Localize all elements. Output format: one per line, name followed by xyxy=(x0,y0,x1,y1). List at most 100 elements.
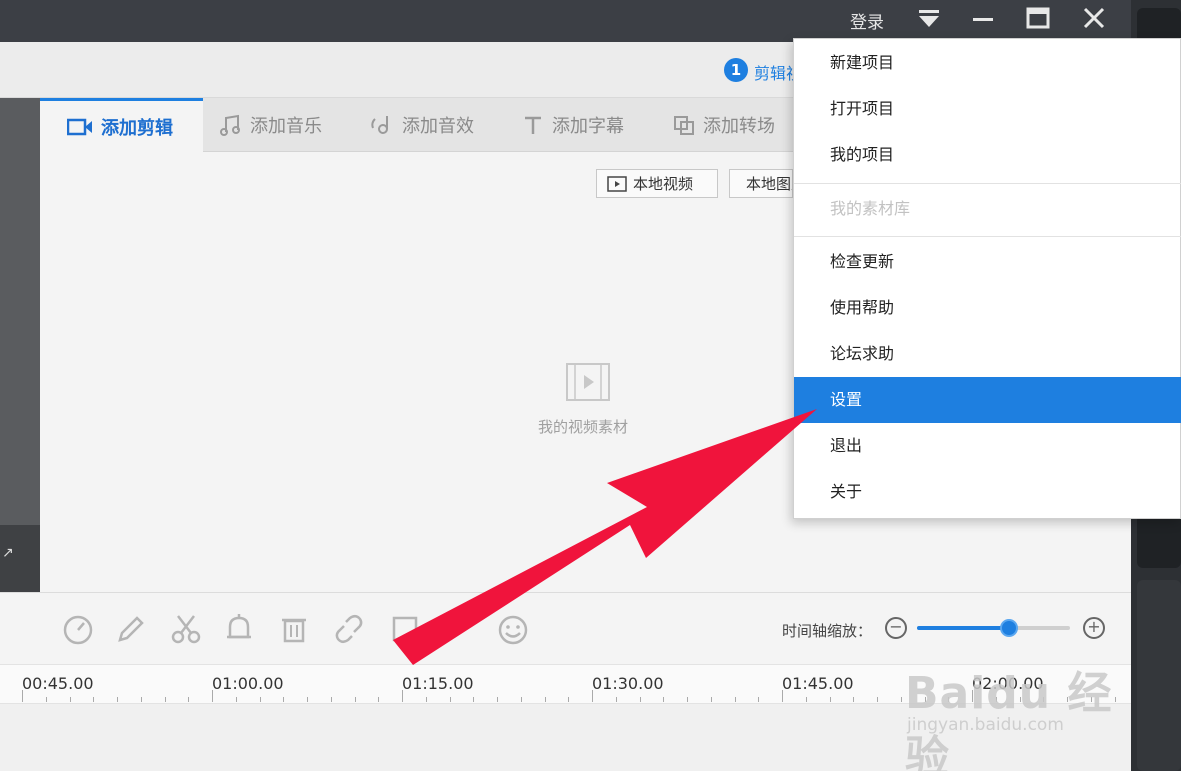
timeline-tick-mark xyxy=(592,690,593,702)
zoom-slider-thumb[interactable] xyxy=(999,619,1018,637)
menu-item-exit[interactable]: 退出 xyxy=(794,423,1181,469)
timeline-minor-tick xyxy=(473,697,475,702)
timeline-minor-tick xyxy=(235,697,237,702)
menu-item-check-update[interactable]: 检查更新 xyxy=(794,239,1181,285)
timeline-minor-tick xyxy=(805,697,807,702)
trash-icon xyxy=(282,618,306,643)
timeline-minor-tick xyxy=(330,697,332,702)
timeline-minor-tick xyxy=(283,697,285,702)
speed-icon xyxy=(63,615,93,645)
menu-item-open-project[interactable]: 打开项目 xyxy=(794,86,1181,132)
timeline-minor-tick xyxy=(259,697,261,702)
timeline-tick-mark xyxy=(22,690,23,702)
timeline-minor-tick xyxy=(639,697,641,702)
timeline-minor-tick xyxy=(140,697,142,702)
delete-tool[interactable] xyxy=(277,612,311,646)
close-icon xyxy=(1083,7,1105,29)
timeline-minor-tick xyxy=(877,697,878,702)
timeline-minor-tick xyxy=(378,697,380,702)
timeline-tick-mark xyxy=(782,690,783,702)
tab-label: 添加字幕 xyxy=(552,116,624,137)
menu-item-about[interactable]: 关于 xyxy=(794,469,1181,515)
timeline-tick-label: 01:30.00 xyxy=(592,674,664,693)
timeline-minor-tick xyxy=(497,697,498,702)
preview-panel xyxy=(0,98,40,592)
tab-add-clip[interactable]: 添加剪辑 xyxy=(40,98,203,152)
scissors-icon xyxy=(171,615,201,644)
timeline-minor-tick xyxy=(93,697,95,702)
tab-label: 添加音乐 xyxy=(250,116,322,137)
timeline-minor-tick xyxy=(164,697,166,702)
timeline-minor-tick xyxy=(45,697,47,702)
timeline-tick-label: 01:15.00 xyxy=(402,674,474,693)
timeline-tick-mark xyxy=(212,690,213,702)
close-button[interactable] xyxy=(1079,6,1109,32)
timeline-minor-tick xyxy=(425,697,427,702)
unlink-tool[interactable] xyxy=(332,612,366,646)
timeline-minor-tick xyxy=(615,697,617,702)
timeline-minor-tick xyxy=(853,697,855,702)
menu-item-help[interactable]: 使用帮助 xyxy=(794,285,1181,331)
menu-separator xyxy=(794,236,1181,237)
zoom-out-button[interactable]: − xyxy=(885,617,907,639)
menu-item-my-library: 我的素材库 xyxy=(830,199,911,218)
timeline-tick-label: 00:45.00 xyxy=(22,674,94,693)
main-dropdown-menu: 新建项目 打开项目 我的项目 我的素材库 检查更新 使用帮助 论坛求助 设置 退… xyxy=(793,38,1181,519)
tab-label: 添加转场 xyxy=(703,116,775,137)
right-panel-block-lower xyxy=(1137,580,1181,771)
login-button[interactable]: 登录 xyxy=(850,8,884,33)
sound-effect-icon xyxy=(371,116,388,134)
bell-icon xyxy=(227,614,251,639)
tab-add-transition[interactable]: 添加转场 xyxy=(673,98,775,152)
menu-item-settings[interactable]: 设置 xyxy=(794,377,1181,423)
video-camera-icon xyxy=(67,118,92,135)
timeline-minor-tick xyxy=(69,697,71,702)
annotation-arrow xyxy=(393,409,817,665)
play-box-icon xyxy=(607,175,627,192)
timeline-tick-mark xyxy=(402,690,403,702)
timeline-minor-tick xyxy=(687,697,688,702)
menu-item-forum-help[interactable]: 论坛求助 xyxy=(794,331,1181,377)
speed-tool[interactable] xyxy=(61,612,95,646)
minimize-button[interactable] xyxy=(968,6,998,32)
cut-tool[interactable] xyxy=(169,612,203,646)
step-label[interactable]: 剪辑视频 xyxy=(754,60,794,84)
maximize-button[interactable] xyxy=(1023,6,1053,32)
timeline-minor-tick xyxy=(354,697,356,702)
timeline-minor-tick xyxy=(449,697,451,702)
expand-icon[interactable]: ↗ xyxy=(2,545,14,561)
zoom-in-button[interactable]: + xyxy=(1083,617,1105,639)
music-note-icon xyxy=(220,114,240,136)
timeline-minor-tick xyxy=(307,697,308,702)
watermark-brand: Baidu 经验 xyxy=(905,668,1113,771)
timeline-minor-tick xyxy=(568,697,570,702)
edit-pencil-icon xyxy=(118,616,144,642)
step-badge: 1 xyxy=(724,58,748,82)
local-image-button[interactable]: 本地图片 xyxy=(729,169,793,198)
timeline-minor-tick xyxy=(663,697,665,702)
local-video-button[interactable]: 本地视频 xyxy=(596,169,718,198)
edit-tool[interactable] xyxy=(114,612,148,646)
tab-label: 添加音效 xyxy=(402,116,474,137)
tab-add-music[interactable]: 添加音乐 xyxy=(220,98,322,152)
alert-tool[interactable] xyxy=(222,612,256,646)
timeline-minor-tick xyxy=(117,697,118,702)
timeline-minor-tick xyxy=(829,697,831,702)
unlink-icon xyxy=(335,615,363,643)
zoom-slider-fill xyxy=(917,626,1009,630)
menu-item-new-project[interactable]: 新建项目 xyxy=(794,40,1181,86)
main-menu-button[interactable] xyxy=(914,6,944,32)
timeline-minor-tick xyxy=(758,697,760,702)
tab-add-subtitle[interactable]: 添加字幕 xyxy=(522,98,624,152)
tab-add-sound-effect[interactable]: 添加音效 xyxy=(370,98,474,152)
timeline-minor-tick xyxy=(710,697,712,702)
menu-dropdown-icon xyxy=(919,10,939,27)
timeline-minor-tick xyxy=(544,697,546,702)
text-t-icon xyxy=(525,116,541,134)
timeline-minor-tick xyxy=(520,697,522,702)
timeline-minor-tick xyxy=(188,697,190,702)
menu-item-my-projects[interactable]: 我的项目 xyxy=(794,132,1181,178)
local-video-label: 本地视频 xyxy=(633,175,694,193)
timeline-zoom-slider[interactable] xyxy=(917,619,1070,637)
minimize-icon xyxy=(973,18,993,21)
